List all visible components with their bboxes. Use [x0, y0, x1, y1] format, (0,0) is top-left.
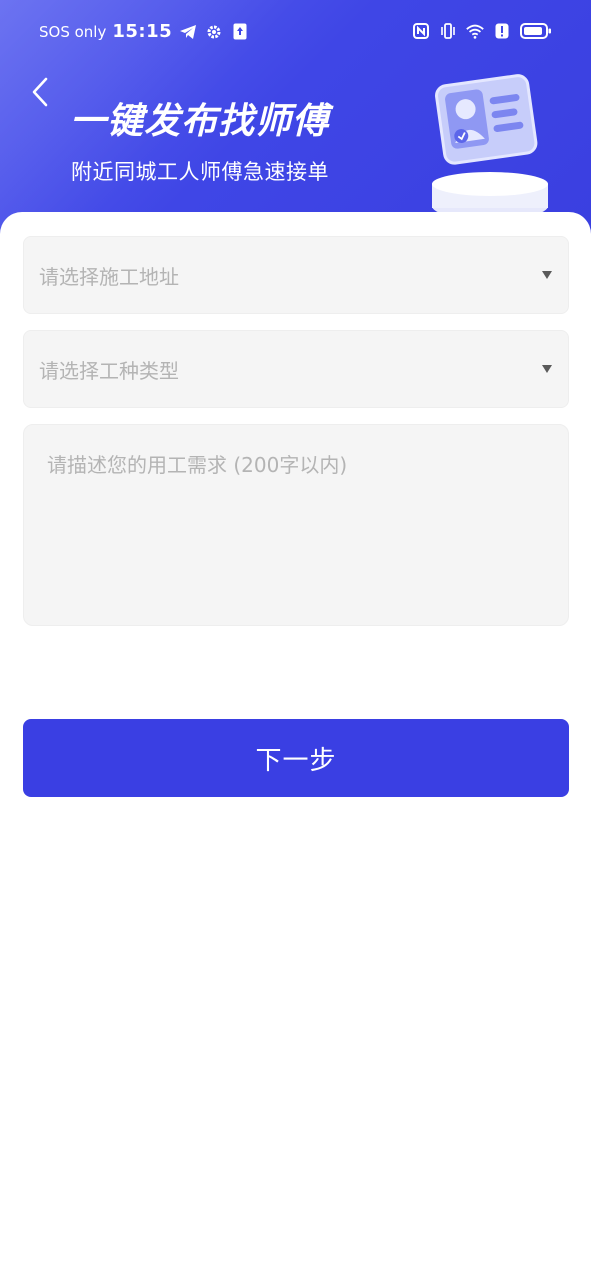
status-bar-right	[411, 21, 553, 41]
address-select[interactable]: 请选择施工地址	[23, 236, 569, 314]
upload-icon	[230, 22, 250, 42]
worktype-select-placeholder: 请选择工种类型	[39, 358, 179, 383]
battery-icon	[519, 21, 553, 41]
description-textarea[interactable]: 请描述您的用工需求 (200字以内)	[23, 424, 569, 626]
page-title: 一键发布找师傅	[70, 101, 330, 142]
back-button[interactable]	[22, 72, 58, 112]
vibrate-icon	[438, 21, 458, 41]
wifi-icon	[465, 21, 485, 41]
nfc-icon	[411, 21, 431, 41]
telegram-icon	[178, 22, 198, 42]
carrier-label: SOS only	[39, 22, 107, 41]
next-button-label: 下一步	[255, 745, 337, 776]
page-subtitle: 附近同城工人师傅急速接单	[71, 160, 329, 184]
address-select-placeholder: 请选择施工地址	[39, 264, 179, 289]
clock: 15:15	[112, 21, 173, 42]
gear-icon	[204, 22, 224, 42]
dropdown-arrow-icon	[542, 271, 552, 279]
alert-icon	[492, 21, 512, 41]
status-bar-left: SOS only 15:15	[39, 21, 250, 42]
worktype-select[interactable]: 请选择工种类型	[23, 330, 569, 408]
id-card-illustration	[420, 72, 560, 222]
status-bar: SOS only 15:15	[0, 18, 591, 48]
dropdown-arrow-icon	[542, 365, 552, 373]
description-placeholder: 请描述您的用工需求 (200字以内)	[47, 453, 348, 477]
next-button[interactable]: 下一步	[23, 719, 569, 797]
chevron-left-icon	[32, 77, 48, 107]
